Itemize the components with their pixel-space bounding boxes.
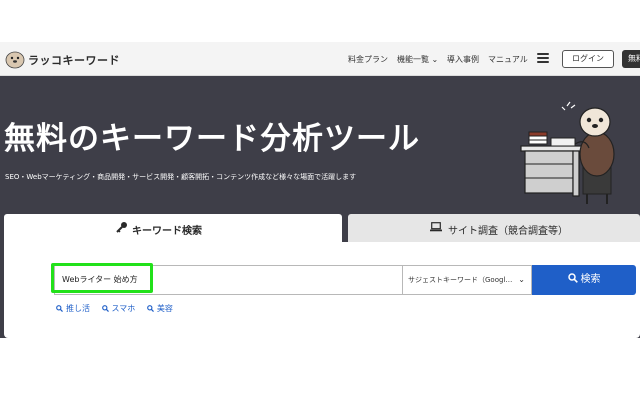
tab-keyword-search[interactable]: キーワード検索 [4, 214, 342, 242]
quick-link-oshikatsu[interactable]: 推し活 [56, 303, 90, 314]
top-whitespace [0, 0, 640, 42]
chevron-down-icon: ⌄ [518, 275, 525, 284]
search-icon [56, 305, 63, 312]
free-signup-button[interactable]: 無料 [622, 50, 640, 68]
hero-title: 無料のキーワード分析ツール [4, 121, 420, 157]
search-icon [101, 305, 109, 312]
search-icon [146, 305, 154, 312]
login-button[interactable]: ログイン [562, 50, 614, 68]
hero-subtitle: SEO・Webマーケティング・商品開発・サービス開発・顧客開拓・コンテンツ作成な… [5, 173, 357, 181]
nav-item-features[interactable]: 機能一覧 [397, 54, 438, 65]
tab-site-label: サイト調査（競合調査等） [448, 226, 568, 237]
search-form: Webライター 始め方 サジェストキーワード（Googl… ⌄ 検索 [51, 263, 636, 295]
suggest-type-value: サジェストキーワード（Googl… [408, 276, 513, 284]
hamburger-menu-icon[interactable] [537, 53, 549, 63]
quick-link-label: 美容 [156, 304, 173, 313]
search-panel: Webライター 始め方 サジェストキーワード（Googl… ⌄ 検索 推し活 ス… [4, 242, 640, 338]
brand-name[interactable]: ラッコキーワード [28, 52, 120, 68]
tab-site-research[interactable]: サイト調査（競合調査等） [348, 214, 640, 242]
search-button-label: 検索 [580, 274, 601, 285]
key-icon [116, 222, 127, 233]
quick-link-label: スマホ [111, 304, 136, 313]
site-header: ラッコキーワード 料金プラン 機能一覧 導入事例 マニュアル ログイン 無料 [0, 42, 640, 76]
search-button[interactable]: 検索 [532, 265, 636, 295]
otter-logo-icon[interactable] [4, 49, 26, 69]
search-icon [567, 273, 578, 283]
page: ラッコキーワード 料金プラン 機能一覧 導入事例 マニュアル ログイン 無料 無… [0, 0, 640, 400]
laptop-icon [430, 222, 442, 232]
tab-keyword-label: キーワード検索 [132, 226, 202, 237]
nav-item-case-studies[interactable]: 導入事例 [447, 54, 479, 65]
suggest-type-select[interactable]: サジェストキーワード（Googl… ⌄ [402, 265, 532, 295]
quick-link-smartphone[interactable]: スマホ [101, 303, 136, 314]
otter-at-desk-illustration [520, 101, 615, 204]
nav-item-manual[interactable]: マニュアル [488, 54, 528, 65]
quick-link-label: 推し活 [66, 304, 90, 313]
nav-item-pricing[interactable]: 料金プラン [348, 54, 388, 65]
quick-links: 推し活 スマホ 美容 [56, 303, 182, 314]
hero-section: 無料のキーワード分析ツール SEO・Webマーケティング・商品開発・サービス開発… [0, 76, 640, 338]
quick-link-beauty[interactable]: 美容 [146, 303, 173, 314]
keyword-input[interactable]: Webライター 始め方 [54, 265, 402, 295]
